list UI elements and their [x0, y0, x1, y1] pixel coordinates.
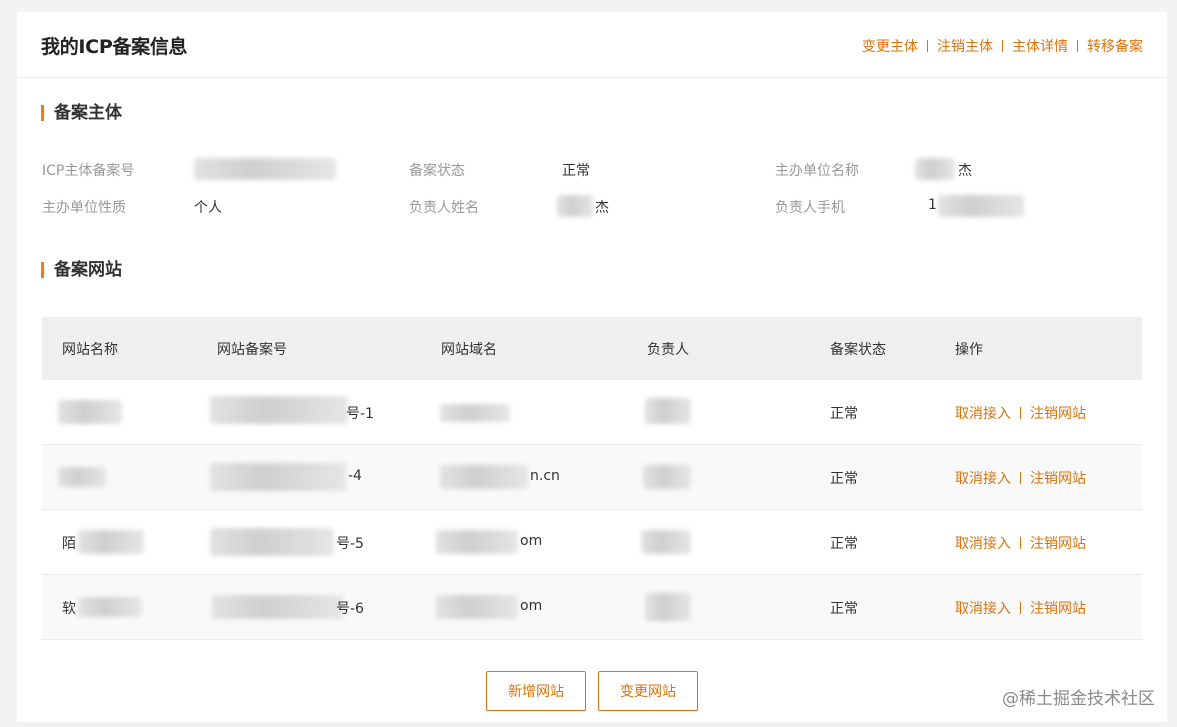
cancel-subject-link[interactable]: 注销主体	[937, 36, 993, 56]
cancel-access-link[interactable]: 取消接入	[955, 468, 1011, 488]
row-actions: 取消接入 注销网站	[955, 403, 1086, 423]
cancel-site-link[interactable]: 注销网站	[1030, 533, 1086, 553]
table-row: 软 号-6 om 正常 取消接入 注销网站	[42, 575, 1142, 640]
redacted-site-name	[58, 467, 106, 487]
redacted-site-domain	[440, 465, 528, 489]
site-name: 软	[62, 601, 76, 617]
separator	[1020, 602, 1021, 614]
owner-phone-label: 负责人手机	[775, 200, 845, 216]
transfer-filing-link[interactable]: 转移备案	[1087, 36, 1143, 56]
site-domain-suffix: om	[520, 598, 543, 614]
owner-name-value: 杰	[595, 200, 609, 216]
redacted-icp-subject-number	[194, 158, 336, 180]
row-actions: 取消接入 注销网站	[955, 468, 1086, 488]
redacted-owner	[641, 530, 691, 554]
site-icp-suffix: -4	[348, 468, 362, 484]
watermark: @稀土掘金技术社区	[1002, 689, 1155, 709]
redacted-owner	[645, 593, 691, 621]
cancel-access-link[interactable]: 取消接入	[955, 403, 1011, 423]
subject-section-title: 备案主体	[41, 104, 122, 122]
websites-section-title: 备案网站	[41, 261, 122, 279]
cancel-site-link[interactable]: 注销网站	[1030, 468, 1086, 488]
filing-status-value: 正常	[562, 163, 590, 179]
redacted-site-icp	[212, 595, 344, 619]
cancel-site-link[interactable]: 注销网站	[1030, 403, 1086, 423]
table-row: -4 n.cn 正常 取消接入 注销网站	[42, 445, 1142, 510]
redacted-site-name	[58, 400, 122, 424]
subject-details-link[interactable]: 主体详情	[1012, 36, 1068, 56]
site-status: 正常	[830, 536, 858, 552]
organizer-type-value: 个人	[194, 200, 222, 216]
subject-info-row-2: 主办单位性质 个人 负责人姓名 杰 负责人手机 1	[42, 195, 1142, 217]
redacted-site-name	[78, 530, 144, 554]
table-row: 陌 号-5 om 正常 取消接入 注销网站	[42, 510, 1142, 575]
separator	[1002, 40, 1003, 52]
site-icp-suffix: 号-6	[336, 601, 364, 617]
redacted-site-domain	[436, 530, 518, 554]
organizer-type-label: 主办单位性质	[42, 200, 126, 216]
cancel-access-link[interactable]: 取消接入	[955, 533, 1011, 553]
column-site-domain: 网站域名	[441, 342, 497, 358]
change-subject-link[interactable]: 变更主体	[862, 36, 918, 56]
table-header: 网站名称 网站备案号 网站域名 负责人 备案状态 操作	[42, 317, 1142, 380]
site-status: 正常	[830, 471, 858, 487]
subject-info-row-1: ICP主体备案号 备案状态 正常 主办单位名称 杰	[42, 158, 1142, 180]
icp-subject-number-label: ICP主体备案号	[42, 163, 135, 179]
row-actions: 取消接入 注销网站	[955, 533, 1086, 553]
add-site-button[interactable]: 新增网站	[486, 671, 586, 711]
redacted-organizer-name	[915, 158, 955, 180]
site-domain-suffix: n.cn	[530, 468, 560, 484]
row-actions: 取消接入 注销网站	[955, 598, 1086, 618]
column-site-name: 网站名称	[62, 342, 118, 358]
card-header: 我的ICP备案信息 变更主体 注销主体 主体详情 转移备案	[17, 12, 1167, 78]
redacted-site-icp	[210, 463, 346, 491]
site-domain-suffix: om	[520, 533, 543, 549]
site-status: 正常	[830, 601, 858, 617]
filing-status-label: 备案状态	[409, 163, 465, 179]
redacted-site-name	[78, 597, 142, 617]
organizer-name-value: 杰	[958, 163, 972, 179]
table-row: 号-1 正常 取消接入 注销网站	[42, 380, 1142, 445]
separator	[1020, 472, 1021, 484]
redacted-site-icp	[210, 528, 334, 556]
column-actions: 操作	[955, 342, 983, 358]
cancel-site-link[interactable]: 注销网站	[1030, 598, 1086, 618]
redacted-owner	[645, 398, 691, 424]
separator	[1020, 537, 1021, 549]
column-owner: 负责人	[647, 342, 689, 358]
site-name: 陌	[62, 536, 76, 552]
redacted-site-domain	[440, 404, 510, 422]
separator	[1020, 407, 1021, 419]
column-site-icp: 网站备案号	[217, 342, 287, 358]
change-site-button[interactable]: 变更网站	[598, 671, 698, 711]
redacted-site-domain	[436, 595, 518, 619]
icp-info-card: 我的ICP备案信息 变更主体 注销主体 主体详情 转移备案 备案主体 ICP主体…	[17, 12, 1167, 722]
websites-table: 网站名称 网站备案号 网站域名 负责人 备案状态 操作 号-1 正常 取消接入 …	[42, 317, 1142, 640]
owner-name-label: 负责人姓名	[409, 200, 479, 216]
redacted-owner-phone	[938, 195, 1024, 217]
site-icp-suffix: 号-5	[336, 536, 364, 552]
cancel-access-link[interactable]: 取消接入	[955, 598, 1011, 618]
redacted-owner	[643, 465, 691, 489]
column-status: 备案状态	[830, 342, 886, 358]
separator	[927, 40, 928, 52]
site-icp-suffix: 号-1	[346, 406, 374, 422]
site-status: 正常	[830, 406, 858, 422]
redacted-site-icp	[210, 396, 348, 424]
organizer-name-label: 主办单位名称	[775, 163, 859, 179]
owner-phone-value: 1	[928, 197, 937, 213]
page-title: 我的ICP备案信息	[41, 36, 188, 58]
header-actions: 变更主体 注销主体 主体详情 转移备案	[862, 36, 1143, 56]
separator	[1077, 40, 1078, 52]
redacted-owner-name	[557, 195, 593, 217]
